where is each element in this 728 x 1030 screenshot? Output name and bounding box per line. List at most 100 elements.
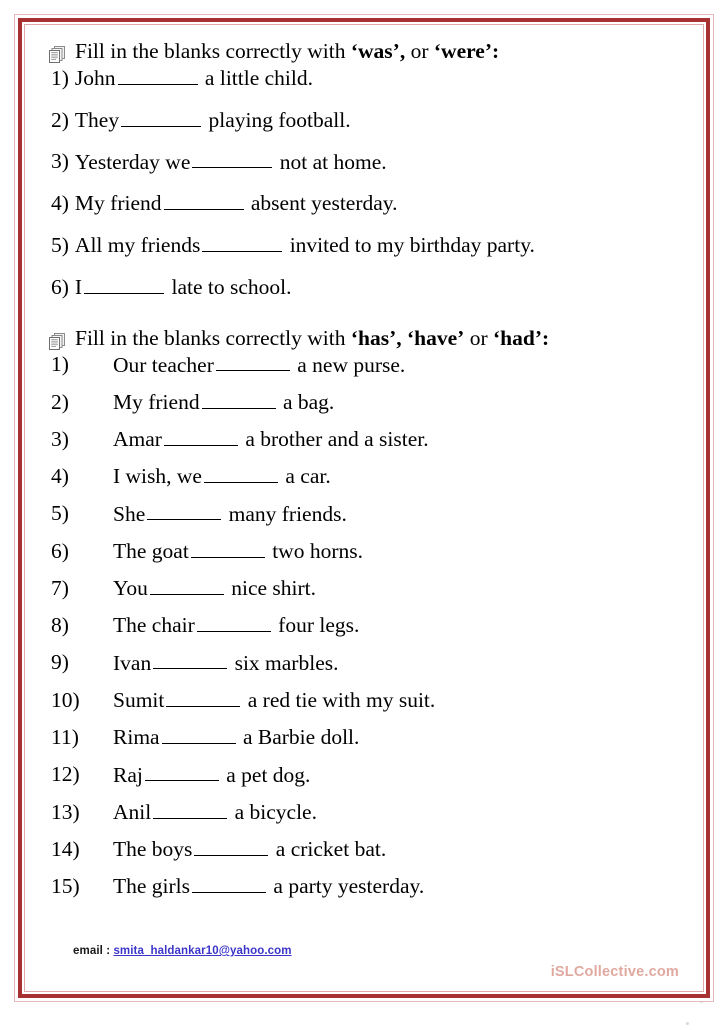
answer-blank[interactable] [196, 612, 271, 633]
question-text-after: two horns. [272, 538, 363, 563]
question-text: Amar a brother and a sister. [113, 426, 429, 450]
question-row: 2) They playing football. [45, 107, 683, 131]
section-heading-has-have-had: Fill in the blanks correctly with ‘has’,… [45, 325, 683, 350]
question-text-before: The goat [113, 538, 189, 563]
question-text: Ivan six marbles. [113, 650, 338, 674]
question-text-before: You [113, 575, 148, 600]
question-number: 3) [51, 426, 69, 451]
question-text: My friend absent yesterday. [75, 190, 398, 214]
question-text-before: The girls [113, 874, 191, 899]
question-number: 2) [51, 107, 69, 132]
question-text-before: The boys [113, 836, 193, 861]
answer-blank[interactable] [121, 107, 202, 127]
question-text-before: I wish, we [113, 464, 202, 489]
answer-blank[interactable] [190, 538, 265, 558]
question-text: I late to school. [75, 274, 292, 298]
question-text-after: many friends. [228, 501, 347, 526]
question-text: Raj a pet dog. [113, 762, 310, 786]
question-row: 6) I late to school. [45, 274, 683, 298]
question-number: 12) [51, 762, 80, 787]
question-row: 6) The goat two horns. [45, 538, 683, 562]
question-text-before: Anil [113, 799, 152, 824]
email-label: email : [73, 945, 114, 957]
question-row: 5) All my friends invited to my birthday… [45, 232, 683, 256]
email-link[interactable]: smita_haldankar10@yahoo.com [113, 945, 291, 957]
question-text-after: four legs. [278, 613, 360, 638]
question-text-after: a red tie with my suit. [247, 687, 436, 712]
worksheet-frame-inner-rule: Fill in the blanks correctly with ‘was’,… [24, 24, 704, 992]
question-row: 14) The boys a cricket bat. [45, 836, 683, 860]
answer-blank[interactable] [84, 274, 165, 294]
worksheet-page-frame: Fill in the blanks correctly with ‘was’,… [14, 14, 714, 1002]
question-row: 12) Raj a pet dog. [45, 762, 683, 786]
answer-blank[interactable] [149, 575, 224, 595]
question-text-after: a little child. [204, 65, 313, 90]
question-number: 6) [51, 538, 69, 563]
answer-blank[interactable] [161, 724, 236, 745]
question-text-after: a new purse. [297, 352, 406, 377]
question-text-before: Our teacher [113, 352, 214, 377]
question-text: My friend a bag. [113, 389, 334, 413]
scan-speck [686, 1022, 689, 1025]
answer-blank[interactable] [153, 799, 228, 819]
question-text: Yesterday we not at home. [75, 149, 387, 173]
question-text-before: She [113, 501, 146, 526]
question-text-after: a cricket bat. [275, 836, 387, 861]
heading-keyword-was: ‘was’, [350, 39, 406, 63]
answer-blank[interactable] [203, 463, 278, 484]
question-number: 14) [51, 836, 80, 861]
answer-blank[interactable] [194, 836, 269, 856]
section-heading-text: Fill in the blanks correctly with ‘has’,… [75, 325, 683, 350]
question-text-before: Sumit [113, 687, 165, 712]
heading-lead-text: Fill in the blanks correctly with [75, 39, 351, 63]
question-text: The goat two horns. [113, 538, 363, 562]
answer-blank[interactable] [144, 762, 219, 782]
question-number: 9) [51, 650, 69, 675]
answer-blank[interactable] [192, 149, 273, 169]
question-text-after: not at home. [279, 149, 387, 174]
question-number: 4) [51, 191, 69, 216]
question-row: 10) Sumit a red tie with my suit. [45, 687, 683, 711]
question-text: She many friends. [113, 501, 347, 525]
stacked-documents-icon [49, 46, 66, 63]
question-text-before: They [74, 107, 120, 132]
question-text: The chair four legs. [113, 612, 359, 636]
question-number: 5) [51, 232, 69, 257]
question-row: 1) Our teacher a new purse. [45, 352, 683, 376]
answer-blank[interactable] [163, 426, 238, 446]
answer-blank[interactable] [201, 389, 276, 409]
question-text-after: a party yesterday. [273, 874, 425, 899]
question-text-after: a car. [285, 464, 331, 489]
heading-conjunction: or [405, 39, 434, 63]
section-heading-text: Fill in the blanks correctly with ‘was’,… [75, 39, 683, 63]
question-text-before: My friend [113, 389, 200, 414]
question-text-before: John [74, 65, 116, 90]
heading-keyword-were: ‘were’: [433, 39, 500, 63]
question-row: 9) Ivan six marbles. [45, 650, 683, 674]
heading-conjunction: or [464, 325, 494, 350]
question-number: 15) [51, 874, 80, 899]
footer-email: email : smita_haldankar10@yahoo.com [73, 945, 292, 957]
answer-blank[interactable] [147, 501, 222, 521]
question-row: 4) My friend absent yesterday. [45, 190, 683, 214]
answer-blank[interactable] [166, 687, 241, 707]
section-heading-was-were: Fill in the blanks correctly with ‘was’,… [45, 39, 683, 63]
question-text-before: Ivan [113, 650, 152, 675]
answer-blank[interactable] [202, 232, 283, 252]
question-text: Rima a Barbie doll. [113, 724, 359, 748]
question-number: 1) [51, 65, 69, 90]
answer-blank[interactable] [163, 190, 244, 211]
question-row: 2) My friend a bag. [45, 389, 683, 413]
question-text: Our teacher a new purse. [113, 352, 405, 376]
answer-blank[interactable] [192, 873, 267, 894]
question-text-after: absent yesterday. [250, 191, 398, 216]
answer-blank[interactable] [153, 650, 228, 670]
answer-blank[interactable] [215, 352, 290, 372]
question-text: You nice shirt. [113, 575, 316, 599]
answer-blank[interactable] [117, 65, 198, 85]
question-text: They playing football. [75, 107, 351, 131]
question-row: 1) John a little child. [45, 65, 683, 89]
question-text: Sumit a red tie with my suit. [113, 687, 435, 711]
heading-keyword-has-have: ‘has’, ‘have’ [350, 325, 465, 350]
question-row: 3) Amar a brother and a sister. [45, 426, 683, 450]
